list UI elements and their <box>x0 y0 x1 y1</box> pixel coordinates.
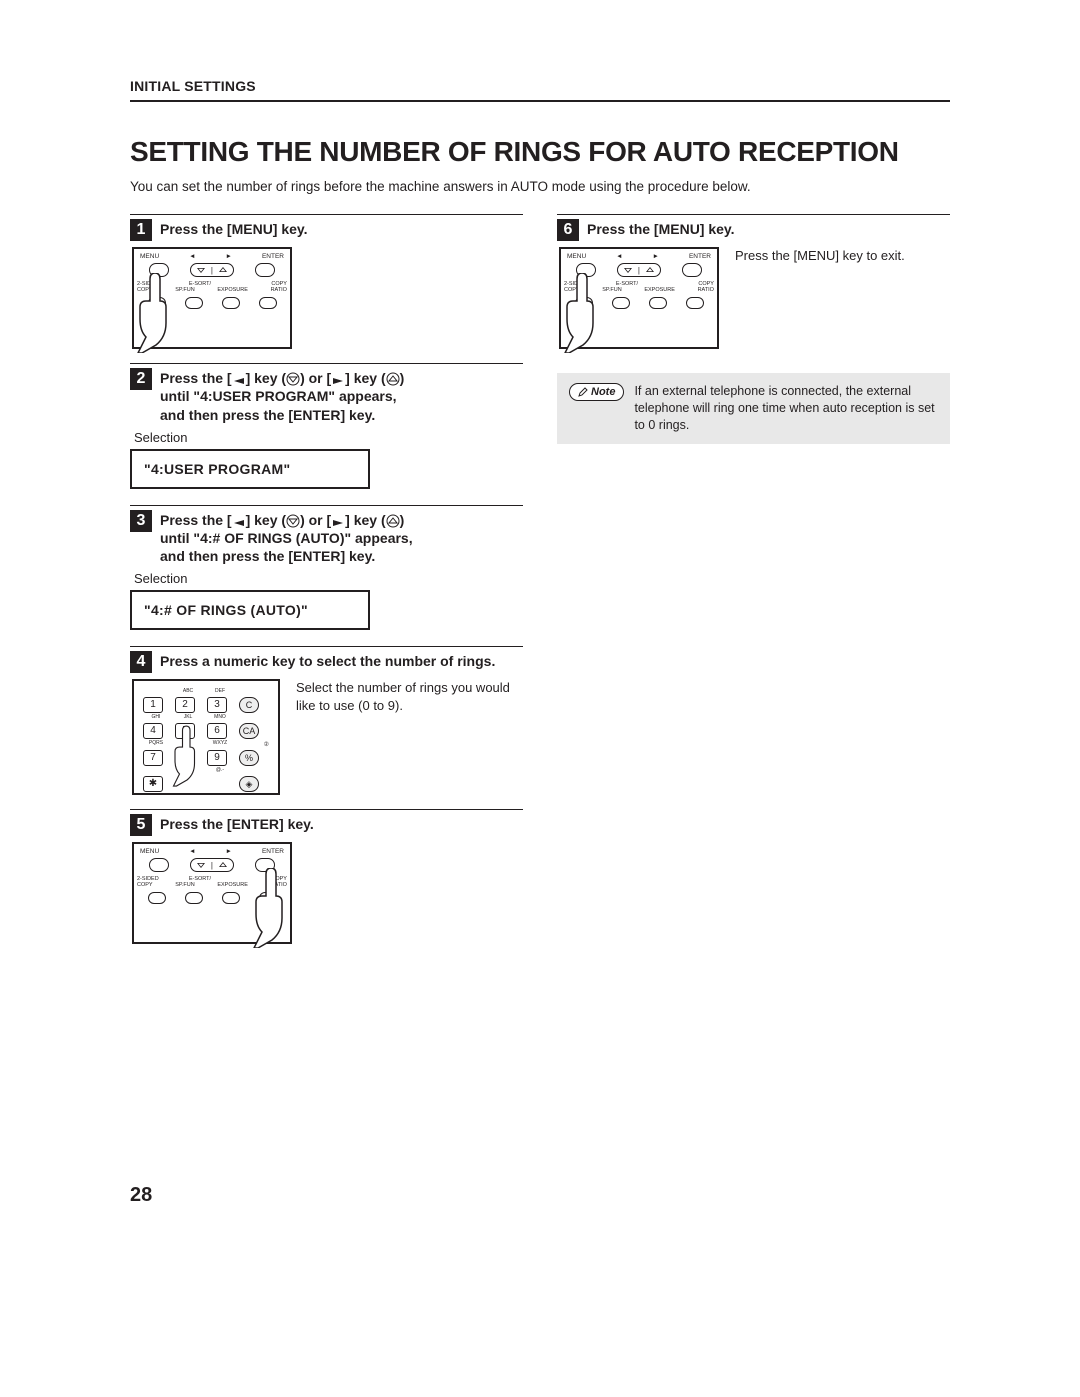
step-title: Press a numeric key to select the number… <box>160 651 495 670</box>
step-number: 6 <box>557 219 579 241</box>
divider <box>130 100 950 102</box>
enter-label: ENTER <box>262 253 284 260</box>
diamond-key-icon: ◈ <box>239 776 259 792</box>
left-column: 1 Press the [MENU] key. MENU ◄► ENTER <box>130 214 523 958</box>
step-title: Press the [MENU] key. <box>587 219 735 238</box>
step-number: 1 <box>130 219 152 241</box>
right-column: 6 Press the [MENU] key. MENU ◄► ENTER <box>557 214 950 958</box>
page-number: 28 <box>130 1184 152 1207</box>
menu-label: MENU <box>140 253 159 260</box>
note-box: Note If an external telephone is connect… <box>557 373 950 444</box>
enter-key-icon <box>255 263 275 277</box>
finger-pointer-icon <box>136 273 176 353</box>
step-side-text: Press the [MENU] key to exit. <box>735 247 950 265</box>
step-number: 2 <box>130 368 152 390</box>
intro-text: You can set the number of rings before t… <box>130 178 950 196</box>
step-number: 3 <box>130 510 152 532</box>
arrow-keys-icon: | <box>190 263 234 277</box>
page-title: SETTING THE NUMBER OF RINGS FOR AUTO REC… <box>130 136 950 168</box>
step-3: 3 Press the [] key () or [] key () until… <box>130 505 523 631</box>
control-panel-diagram: MENU ◄► ENTER | <box>132 842 292 944</box>
section-header: INITIAL SETTINGS <box>130 78 950 94</box>
finger-pointer-icon <box>252 868 292 948</box>
lcd-display: "4:USER PROGRAM" <box>130 449 370 489</box>
step-title: Press the [] key () or [] key () until "… <box>160 510 413 566</box>
control-panel-diagram: MENU ◄► ENTER | <box>132 247 292 349</box>
step-side-text: Select the number of rings you would lik… <box>296 679 523 714</box>
percent-key-icon: % <box>239 750 259 766</box>
note-text: If an external telephone is connected, t… <box>634 383 938 434</box>
step-4: 4 Press a numeric key to select the numb… <box>130 646 523 795</box>
step-6: 6 Press the [MENU] key. MENU ◄► ENTER <box>557 214 950 349</box>
pencil-icon <box>578 387 588 397</box>
step-title: Press the [MENU] key. <box>160 219 308 238</box>
step-number: 4 <box>130 651 152 673</box>
step-title: Press the [ENTER] key. <box>160 814 314 833</box>
page-content: INITIAL SETTINGS SETTING THE NUMBER OF R… <box>130 78 950 958</box>
step-5: 5 Press the [ENTER] key. MENU ◄► ENTER <box>130 809 523 944</box>
step-number: 5 <box>130 814 152 836</box>
keypad-diagram: ABCDEF 123C GHIJKLMNO 456CA PQRSWXYZ② 79… <box>132 679 280 795</box>
control-panel-diagram: MENU ◄► ENTER | <box>559 247 719 349</box>
lcd-display: "4:# OF RINGS (AUTO)" <box>130 590 370 630</box>
finger-pointer-icon <box>563 273 603 353</box>
note-badge: Note <box>569 383 624 401</box>
selection-label: Selection <box>134 571 523 586</box>
step-title: Press the [] key () or [] key () until "… <box>160 368 404 424</box>
finger-pointer-icon <box>172 721 202 791</box>
selection-label: Selection <box>134 430 523 445</box>
two-column-layout: 1 Press the [MENU] key. MENU ◄► ENTER <box>130 214 950 958</box>
step-2: 2 Press the [] key () or [] key () until… <box>130 363 523 489</box>
step-1: 1 Press the [MENU] key. MENU ◄► ENTER <box>130 214 523 349</box>
